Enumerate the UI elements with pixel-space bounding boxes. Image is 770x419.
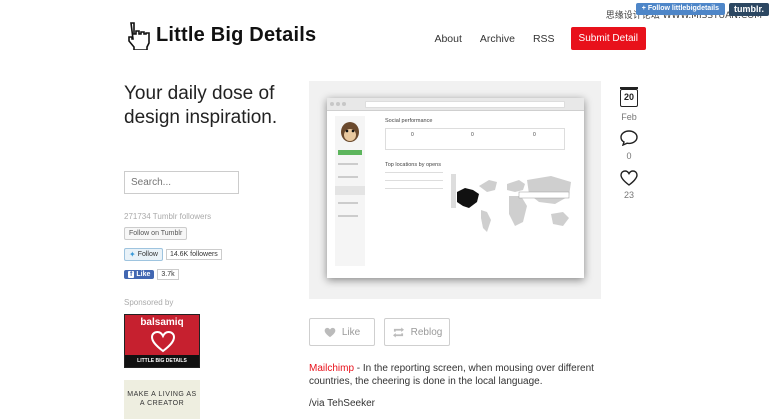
screenshot-main: Social performance 0 0 0 Top locations b… <box>385 116 578 272</box>
facebook-widget: f Like 3.7k <box>124 269 179 280</box>
date-calendar-icon: 20 <box>620 87 638 107</box>
twitter-widget: ✦ Follow 14.6K followers <box>124 248 222 261</box>
nav-rss-link[interactable]: RSS <box>533 33 555 45</box>
twitter-bird-icon: ✦ <box>129 250 136 259</box>
site-logo[interactable]: Little Big Details <box>124 20 316 50</box>
social-performance-title: Social performance <box>385 118 433 124</box>
mailchimp-link[interactable]: Mailchimp <box>309 363 354 374</box>
facebook-icon: f <box>128 271 135 278</box>
tumblr-follow-button[interactable]: + Follow littlebigdetails <box>635 3 725 15</box>
balsamiq-brand: balsamiq <box>140 317 184 328</box>
screenshot-sidebar <box>335 116 365 266</box>
via-credit: /via TehSeeker <box>309 398 375 409</box>
social-stat-1: 0 <box>411 132 414 138</box>
twitter-follower-count: 14.6K followers <box>165 249 222 260</box>
follow-on-tumblr-button[interactable]: Follow on Tumblr <box>124 227 188 240</box>
comment-count: 0 <box>626 151 632 161</box>
browser-chrome <box>327 98 584 111</box>
submit-detail-button[interactable]: Submit Detail <box>570 27 646 50</box>
twitter-follow-button[interactable]: ✦ Follow <box>124 248 163 261</box>
tagline: Your daily dose of design inspiration. <box>124 83 278 128</box>
ad-strip-label: LITTLE BIG DETAILS <box>125 355 199 367</box>
post-caption: Mailchimp - In the reporting screen, whe… <box>309 362 599 388</box>
like-button[interactable]: Like <box>309 318 375 346</box>
world-map-graphic <box>451 174 571 232</box>
site-title: Little Big Details <box>156 23 317 46</box>
window-controls <box>330 102 346 106</box>
reblog-button[interactable]: Reblog <box>384 318 450 346</box>
top-locations-title: Top locations by opens <box>385 162 441 168</box>
tumblr-controls: + Follow littlebigdetails tumblr. <box>635 0 770 16</box>
nav-about-link[interactable]: About <box>434 33 461 45</box>
creator-ad-text: MAKE A LIVING AS A CREATOR <box>127 391 197 407</box>
like-count: 23 <box>623 190 634 200</box>
reblog-icon <box>392 326 404 338</box>
twitter-follow-label: Follow <box>137 251 158 258</box>
reblog-button-label: Reblog <box>410 326 443 338</box>
facebook-like-count: 3.7k <box>157 269 179 280</box>
social-stat-3: 0 <box>533 132 536 138</box>
tumblr-logo[interactable]: tumblr. <box>728 2 769 16</box>
tumblr-followers-count: 271734 Tumblr followers <box>124 212 212 221</box>
facebook-like-label: Like <box>136 271 151 278</box>
facebook-like-button[interactable]: f Like <box>124 270 155 279</box>
post-date-month: Feb <box>621 112 637 122</box>
main-nav: About Archive RSS Submit Detail <box>416 27 646 50</box>
nav-archive-link[interactable]: Archive <box>480 33 515 45</box>
social-stat-2: 0 <box>471 132 474 138</box>
heart-filled-icon <box>324 327 336 337</box>
heart-outline-icon <box>151 331 175 353</box>
post-screenshot[interactable]: Social performance 0 0 0 Top locations b… <box>327 98 584 278</box>
pointer-hand-icon <box>128 22 150 50</box>
comment-bubble-icon[interactable] <box>620 130 638 146</box>
site-header: Little Big Details About Archive RSS Sub… <box>124 20 646 60</box>
like-button-label: Like <box>341 326 361 338</box>
heart-icon[interactable] <box>620 170 638 186</box>
creator-ad[interactable]: MAKE A LIVING AS A CREATOR <box>124 380 200 419</box>
balsamiq-ad[interactable]: balsamiq LITTLE BIG DETAILS <box>124 314 200 368</box>
address-bar <box>365 101 565 108</box>
mailchimp-monkey-icon <box>341 122 359 142</box>
search-input[interactable] <box>124 171 239 194</box>
sponsored-label: Sponsored by <box>124 298 174 307</box>
